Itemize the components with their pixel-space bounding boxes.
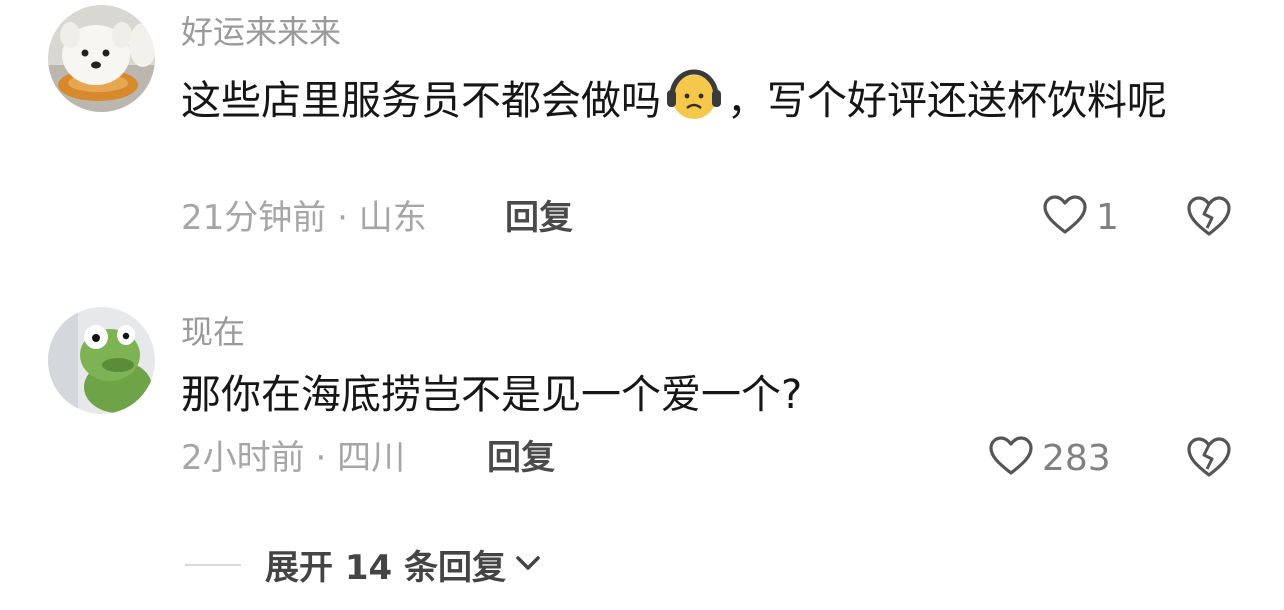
avatar[interactable] — [48, 5, 155, 112]
comment-text-part: 这些店里服务员不都会做吗 — [181, 78, 661, 124]
broken-heart-icon — [1185, 437, 1233, 483]
broken-heart-icon — [1185, 196, 1233, 242]
like-button[interactable]: 1 — [1042, 194, 1119, 240]
comment-text: 那你在海底捞岂不是见一个爱一个? — [181, 372, 803, 418]
username[interactable]: 现在 — [181, 312, 245, 352]
location: 四川 — [337, 438, 406, 478]
timestamp: 2小时前 — [181, 438, 305, 478]
reply-button[interactable]: 回复 — [505, 198, 573, 238]
meta-separator: · — [315, 438, 327, 478]
location: 山东 — [358, 198, 427, 238]
heart-icon — [1042, 194, 1088, 240]
expand-replies-button[interactable]: 展开 14 条回复 — [185, 540, 542, 589]
comment-item: 好运来来来 这些店里服务员不都会做吗 ，写个好评还送杯饮料呢 21分钟前 · 山… — [0, 0, 1284, 270]
comment-text: 这些店里服务员不都会做吗 ，写个好评还送杯饮料呢 — [181, 66, 1231, 132]
like-button[interactable]: 283 — [988, 435, 1111, 481]
comment-meta: 2小时前 · 四川 — [181, 438, 405, 478]
username[interactable]: 好运来来来 — [181, 12, 341, 52]
heart-icon — [988, 435, 1034, 481]
headphones-frown-emoji-icon — [665, 66, 723, 124]
dislike-button[interactable] — [1185, 435, 1233, 483]
like-count: 1 — [1096, 196, 1119, 238]
comment-text-part: ，写个好评还送杯饮料呢 — [727, 78, 1167, 124]
reply-button[interactable]: 回复 — [487, 438, 555, 478]
comment-item: 现在 那你在海底捞岂不是见一个爱一个? 2小时前 · 四川 回复 283 — [0, 290, 1284, 510]
dislike-button[interactable] — [1185, 194, 1233, 242]
comment-meta: 21分钟前 · 山东 — [181, 198, 427, 238]
divider — [185, 563, 241, 566]
expand-replies-label: 展开 14 条回复 — [265, 548, 506, 588]
timestamp: 21分钟前 — [181, 198, 327, 238]
like-count: 283 — [1042, 437, 1111, 479]
avatar[interactable] — [48, 307, 155, 414]
chevron-down-icon — [514, 553, 542, 577]
meta-separator: · — [337, 198, 348, 238]
